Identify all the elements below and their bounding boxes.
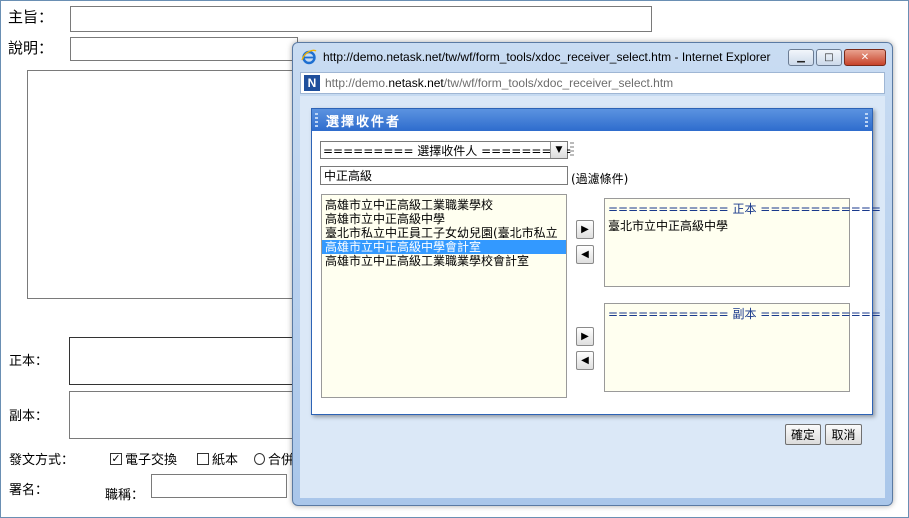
radio-icon[interactable] (254, 452, 265, 465)
cancel-button[interactable]: 取消 (825, 424, 862, 445)
minimize-button[interactable]: ▁ (788, 49, 814, 66)
title-label: 職稱： (105, 488, 145, 503)
close-button[interactable]: ✕ (844, 49, 886, 66)
recipient-type-select[interactable]: ========= 選擇收件人 ========= ▼ (320, 141, 572, 159)
main-list-header: ============ 正本 ============ (608, 202, 881, 216)
copy-recipient-field[interactable] (69, 391, 298, 439)
list-item[interactable]: 高雄市立中正高級工業職業學校 (322, 198, 566, 212)
send-option-paper[interactable]: 紙本 (197, 449, 238, 468)
main-recipient-field[interactable] (69, 337, 298, 385)
arrow-right-icon: ▶ (581, 331, 589, 342)
description-input[interactable] (70, 37, 298, 61)
arrow-left-icon: ◀ (581, 249, 589, 260)
site-favicon: N (304, 75, 320, 91)
arrow-left-icon: ◀ (581, 355, 589, 366)
maximize-button[interactable]: □ (816, 49, 842, 66)
add-to-copy-button[interactable]: ▶ (576, 327, 594, 346)
list-item[interactable]: 高雄市立中正高級中學 (322, 212, 566, 226)
title-input[interactable] (151, 474, 287, 498)
main-recipient-list[interactable]: ============ 正本 ============ 臺北市立中正高級中學 (604, 198, 881, 287)
main-recipient-label: 正本： (9, 354, 49, 369)
address-url: http://demo.netask.net/tw/wf/form_tools/… (325, 76, 673, 90)
resize-grip-icon (570, 142, 574, 158)
drag-grip-icon (865, 113, 868, 127)
arrow-right-icon: ▶ (581, 224, 589, 235)
subject-input[interactable] (70, 6, 652, 32)
receiver-select-dialog: 選擇收件者 ========= 選擇收件人 ========= ▼ 中正高級 (… (311, 108, 881, 415)
send-option-paper-label: 紙本 (212, 453, 239, 468)
description-label: 說明： (8, 39, 54, 57)
add-to-main-button[interactable]: ▶ (576, 220, 594, 239)
filter-input[interactable]: 中正高級 (320, 166, 568, 185)
send-option-electronic-label: 電子交換 (125, 453, 178, 468)
minimize-icon: ▁ (797, 52, 805, 63)
ie-logo-icon (301, 49, 317, 65)
copy-recipient-label: 副本： (9, 409, 49, 424)
sign-label: 署名： (9, 483, 49, 498)
checkbox-checked-icon[interactable]: ✓ (110, 452, 122, 465)
window-controls: ▁ □ ✕ (786, 49, 886, 66)
filter-input-value: 中正高級 (324, 169, 373, 183)
maximize-icon: □ (824, 52, 834, 63)
address-path: /tw/wf/form_tools/xdoc_receiver_select.h… (443, 76, 674, 90)
popup-content: 選擇收件者 ========= 選擇收件人 ========= ▼ 中正高級 (… (300, 96, 885, 498)
list-item[interactable]: 臺北市立中正高級中學 (608, 217, 846, 234)
send-option-other[interactable]: 合併 (254, 449, 294, 468)
remove-from-copy-button[interactable]: ◀ (576, 351, 594, 370)
list-item[interactable]: 高雄市立中正高級工業職業學校會計室 (322, 254, 566, 268)
list-item-selected[interactable]: 高雄市立中正高級中學會計室 (322, 240, 566, 254)
send-option-electronic[interactable]: ✓ 電子交換 (110, 449, 177, 468)
address-bar[interactable]: N http://demo.netask.net/tw/wf/form_tool… (300, 72, 885, 94)
copy-recipient-list[interactable]: ============ 副本 ============ (604, 303, 881, 392)
checkbox-icon[interactable] (197, 452, 209, 465)
chevron-down-icon[interactable]: ▼ (550, 142, 567, 158)
description-textarea[interactable] (27, 70, 298, 299)
window-titlebar[interactable]: http://demo.netask.net/tw/wf/form_tools/… (293, 43, 892, 71)
send-option-other-label: 合併 (267, 453, 294, 468)
filter-label: (過濾條件) (571, 172, 629, 186)
window-title: http://demo.netask.net/tw/wf/form_tools/… (323, 50, 771, 64)
address-prefix: http://demo. (325, 76, 389, 90)
dialog-header: 選擇收件者 (312, 109, 872, 131)
close-icon: ✕ (860, 52, 870, 63)
dialog-title: 選擇收件者 (326, 114, 402, 130)
remove-from-main-button[interactable]: ◀ (576, 245, 594, 264)
list-item[interactable]: 臺北市私立中正員工子女幼兒園(臺北市私立 (322, 226, 566, 240)
drag-grip-icon (315, 113, 318, 127)
copy-list-header: ============ 副本 ============ (608, 307, 881, 321)
ie-popup-window: http://demo.netask.net/tw/wf/form_tools/… (292, 42, 893, 506)
address-domain: netask.net (388, 76, 444, 90)
ok-button[interactable]: 確定 (785, 424, 821, 445)
subject-label: 主旨： (8, 8, 54, 26)
send-method-label: 發文方式： (9, 453, 75, 468)
recipient-type-select-value: ========= 選擇收件人 ========= (323, 143, 572, 158)
candidate-list[interactable]: 高雄市立中正高級工業職業學校 高雄市立中正高級中學 臺北市私立中正員工子女幼兒園… (321, 194, 567, 398)
